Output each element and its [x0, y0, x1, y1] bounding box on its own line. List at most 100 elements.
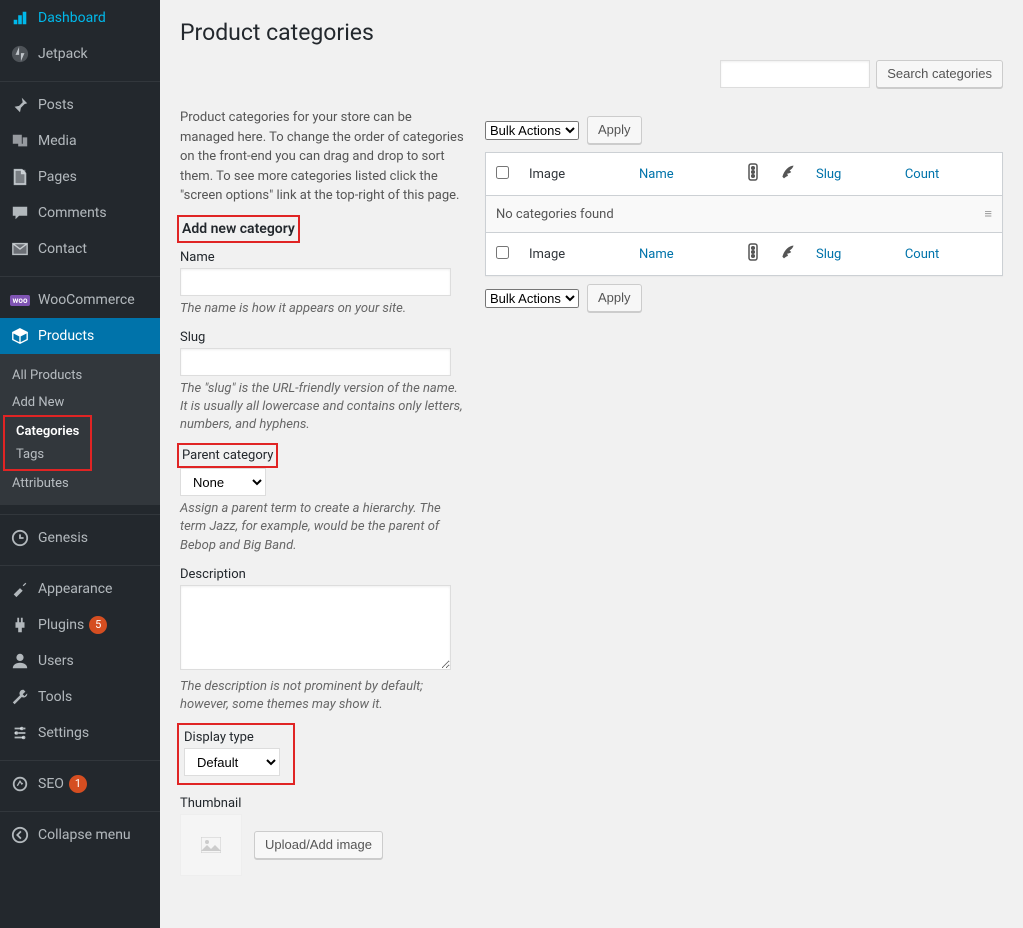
- col-name[interactable]: Name: [639, 167, 674, 182]
- menu-jetpack[interactable]: Jetpack: [0, 36, 160, 72]
- menu-posts[interactable]: Posts: [0, 87, 160, 123]
- col-count-foot[interactable]: Count: [905, 247, 939, 262]
- submenu-attributes[interactable]: Attributes: [0, 470, 160, 497]
- categories-table: Image Name Slug Count No categories foun…: [485, 152, 1003, 276]
- tablenav-bottom: Bulk Actions Apply: [485, 284, 1003, 312]
- menu-seo[interactable]: SEO 1: [0, 766, 160, 802]
- col-slug[interactable]: Slug: [816, 167, 841, 182]
- select-all-top[interactable]: [496, 166, 509, 179]
- traffic-light-icon: [746, 170, 760, 185]
- name-hint: The name is how it appears on your site.: [180, 300, 465, 318]
- bulk-actions-select-bottom[interactable]: Bulk Actions: [485, 289, 579, 308]
- col-slug-foot[interactable]: Slug: [816, 247, 841, 262]
- menu-label: Genesis: [38, 530, 88, 546]
- parent-select[interactable]: None: [180, 468, 266, 496]
- collapse-icon: [10, 825, 30, 845]
- feather-icon: [780, 169, 796, 184]
- plugins-badge: 5: [89, 616, 107, 634]
- search-row: Search categories: [180, 60, 1003, 88]
- thumbnail-placeholder: [180, 814, 242, 876]
- menu-pages[interactable]: Pages: [0, 159, 160, 195]
- menu-genesis[interactable]: Genesis: [0, 520, 160, 556]
- menu-settings[interactable]: Settings: [0, 715, 160, 751]
- bulk-actions-select-top[interactable]: Bulk Actions: [485, 121, 579, 140]
- submenu-all-products[interactable]: All Products: [0, 362, 160, 389]
- menu-label: Dashboard: [38, 10, 106, 26]
- traffic-light-icon: [746, 250, 760, 265]
- tablenav-top: Bulk Actions Apply: [485, 116, 1003, 144]
- slug-label: Slug: [180, 330, 465, 345]
- main-content: Product categories Search categories Pro…: [160, 0, 1023, 928]
- menu-label: WooCommerce: [38, 292, 135, 308]
- menu-label: Pages: [38, 169, 77, 185]
- select-all-bottom[interactable]: [496, 246, 509, 259]
- genesis-icon: [10, 528, 30, 548]
- menu-media[interactable]: Media: [0, 123, 160, 159]
- col-name-foot[interactable]: Name: [639, 247, 674, 262]
- products-submenu: All Products Add New Categories Tags Att…: [0, 354, 160, 505]
- submenu-add-new[interactable]: Add New: [0, 389, 160, 416]
- products-icon: [10, 326, 30, 346]
- menu-label: Jetpack: [38, 46, 88, 62]
- page-icon: [10, 167, 30, 187]
- plugins-icon: [10, 615, 30, 635]
- display-type-select[interactable]: Default: [184, 748, 280, 776]
- menu-label: SEO: [38, 776, 64, 792]
- admin-sidebar: Dashboard Jetpack Posts Media Pages Comm…: [0, 0, 160, 928]
- parent-hint: Assign a parent term to create a hierarc…: [180, 500, 465, 555]
- name-input[interactable]: [180, 268, 451, 296]
- menu-label: Contact: [38, 241, 87, 257]
- menu-appearance[interactable]: Appearance: [0, 571, 160, 607]
- search-button[interactable]: Search categories: [876, 60, 1003, 88]
- woo-icon: woo: [10, 290, 30, 310]
- menu-tools[interactable]: Tools: [0, 679, 160, 715]
- parent-label: Parent category: [180, 446, 275, 465]
- field-name: Name The name is how it appears on your …: [180, 250, 465, 318]
- appearance-icon: [10, 579, 30, 599]
- apply-button-bottom[interactable]: Apply: [587, 284, 642, 312]
- menu-products[interactable]: Products: [0, 318, 160, 354]
- col-image-foot: Image: [519, 233, 629, 276]
- menu-collapse[interactable]: Collapse menu: [0, 817, 160, 853]
- field-description: Description The description is not promi…: [180, 567, 465, 714]
- slug-hint: The "slug" is the URL-friendly version o…: [180, 380, 465, 435]
- page-title: Product categories: [180, 10, 1003, 50]
- menu-label: Appearance: [38, 581, 112, 597]
- add-category-heading: Add new category: [180, 218, 297, 240]
- menu-icon[interactable]: ≡: [984, 207, 992, 222]
- description-hint: The description is not prominent by defa…: [180, 678, 465, 714]
- search-input[interactable]: [720, 60, 870, 88]
- col-image: Image: [519, 153, 629, 196]
- intro-text: Product categories for your store can be…: [180, 108, 465, 206]
- tools-icon: [10, 687, 30, 707]
- dashboard-icon: [10, 8, 30, 28]
- menu-woocommerce[interactable]: woo WooCommerce: [0, 282, 160, 318]
- apply-button-top[interactable]: Apply: [587, 116, 642, 144]
- menu-label: Tools: [38, 689, 72, 705]
- users-icon: [10, 651, 30, 671]
- menu-contact[interactable]: Contact: [0, 231, 160, 267]
- menu-users[interactable]: Users: [0, 643, 160, 679]
- no-items-text: No categories found: [486, 196, 895, 233]
- submenu-categories[interactable]: Categories: [10, 420, 85, 443]
- field-thumbnail: Thumbnail Upload/Add image: [180, 796, 465, 876]
- col-count[interactable]: Count: [905, 167, 939, 182]
- slug-input[interactable]: [180, 348, 451, 376]
- pin-icon: [10, 95, 30, 115]
- menu-dashboard[interactable]: Dashboard: [0, 0, 160, 36]
- seo-icon: [10, 774, 30, 794]
- description-textarea[interactable]: [180, 585, 451, 670]
- submenu-tags[interactable]: Tags: [10, 443, 85, 466]
- field-display-type: Display type Default: [180, 726, 292, 782]
- menu-comments[interactable]: Comments: [0, 195, 160, 231]
- feather-icon: [780, 249, 796, 264]
- jetpack-icon: [10, 44, 30, 64]
- menu-label: Products: [38, 328, 94, 344]
- image-placeholder-icon: [201, 837, 221, 853]
- thumbnail-label: Thumbnail: [180, 796, 465, 811]
- name-label: Name: [180, 250, 465, 265]
- upload-image-button[interactable]: Upload/Add image: [254, 831, 383, 859]
- display-type-label: Display type: [184, 730, 280, 745]
- menu-plugins[interactable]: Plugins 5: [0, 607, 160, 643]
- description-label: Description: [180, 567, 465, 582]
